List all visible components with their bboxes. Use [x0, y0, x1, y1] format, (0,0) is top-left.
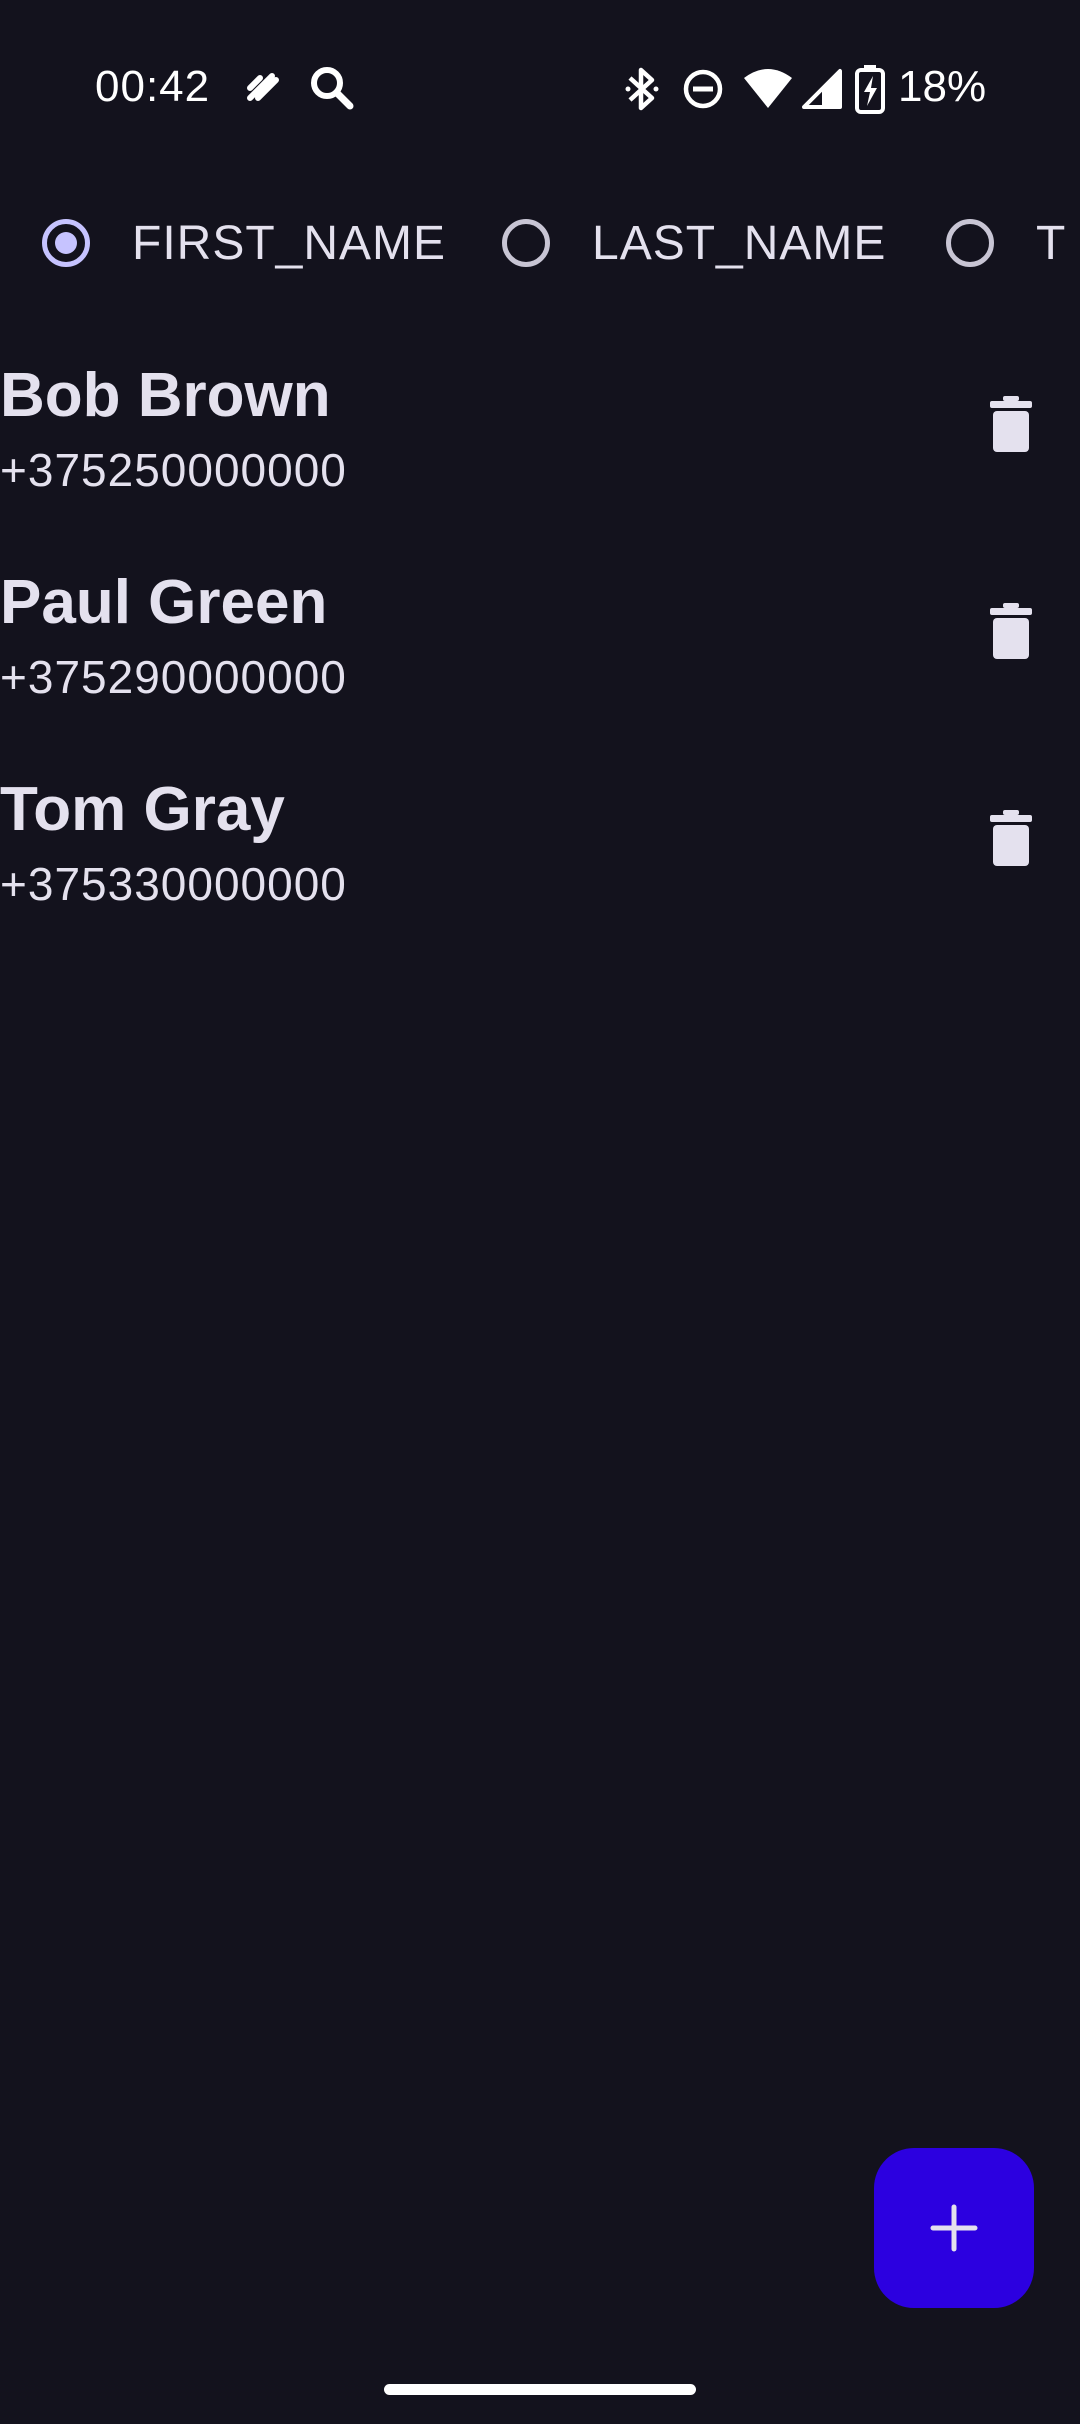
navigation-handle[interactable] [384, 2384, 696, 2395]
contact-phone: +375330000000 [0, 858, 347, 910]
sort-options-bar: FIRST_NAME LAST_NAME T [0, 200, 1080, 286]
sort-option-label: LAST_NAME [592, 216, 887, 270]
wifi-icon [744, 69, 792, 108]
sort-option-last-name[interactable]: LAST_NAME [502, 200, 886, 286]
trash-icon [990, 396, 1032, 452]
list-item[interactable]: Bob Brown +375250000000 [0, 356, 1080, 546]
delete-button[interactable] [978, 591, 1044, 671]
search-icon [311, 67, 354, 110]
cell-signal-icon [802, 69, 842, 109]
contact-name: Paul Green [0, 568, 328, 637]
sort-option-first-name[interactable]: FIRST_NAME [42, 200, 446, 286]
delete-button[interactable] [978, 798, 1044, 878]
contact-name: Tom Gray [0, 775, 285, 844]
battery-charging-icon [855, 65, 885, 114]
sort-option-label: FIRST_NAME [132, 216, 447, 270]
sort-option-third[interactable]: T [946, 200, 1066, 286]
bluetooth-icon [625, 67, 659, 111]
sort-option-label: T [1036, 216, 1067, 270]
radio-unselected-icon[interactable] [946, 219, 994, 267]
delete-button[interactable] [978, 384, 1044, 464]
nfc-icon [247, 73, 279, 101]
trash-icon [990, 810, 1032, 866]
battery-percentage: 18% [898, 62, 987, 111]
trash-icon [990, 603, 1032, 659]
contact-phone: +375290000000 [0, 651, 347, 703]
add-contact-button[interactable] [874, 2148, 1034, 2308]
do-not-disturb-icon [683, 69, 723, 109]
radio-unselected-icon[interactable] [502, 219, 550, 267]
status-bar: 00:42 18% [0, 0, 1080, 176]
list-item[interactable]: Paul Green +375290000000 [0, 563, 1080, 753]
list-item[interactable]: Tom Gray +375330000000 [0, 770, 1080, 960]
status-time: 00:42 [95, 62, 211, 111]
contact-name: Bob Brown [0, 361, 331, 430]
plus-icon [930, 2204, 978, 2252]
radio-selected-icon[interactable] [42, 219, 90, 267]
contact-phone: +375250000000 [0, 444, 347, 496]
